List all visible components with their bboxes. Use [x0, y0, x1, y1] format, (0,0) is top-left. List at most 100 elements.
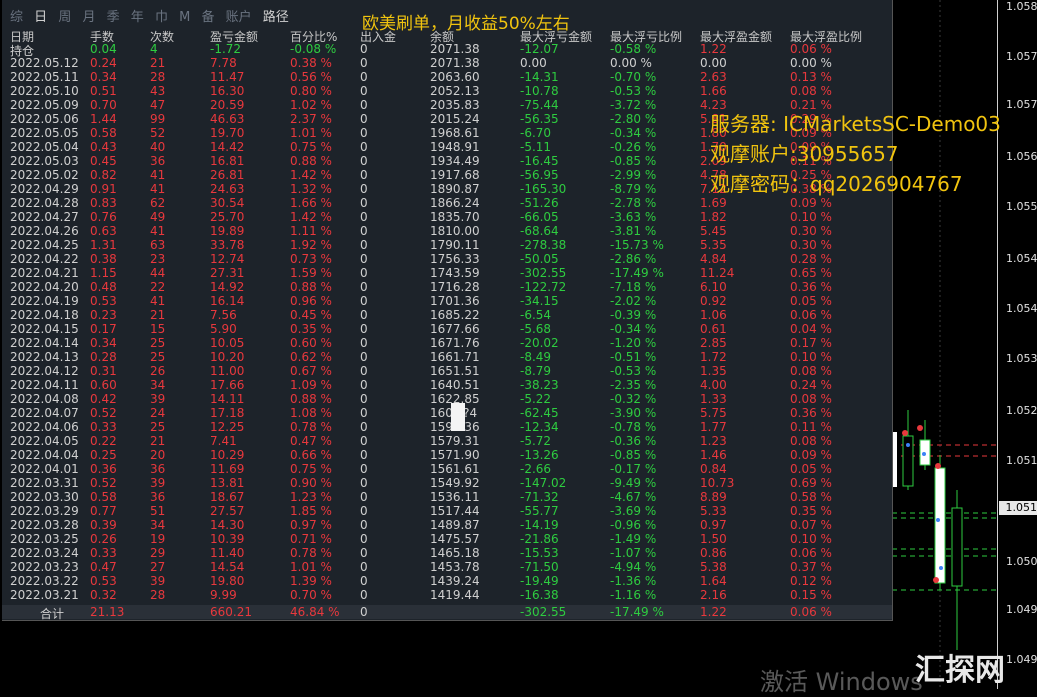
tab-symbol[interactable]: 巾 — [155, 10, 168, 25]
table-row[interactable]: 2022.04.27 0.76 49 25.70 1.42 % 0 1835.70 -66.0… — [2, 210, 892, 224]
cell-count: 15 — [150, 322, 166, 336]
cell-max-float-loss-pct: -2.86 % — [610, 252, 657, 266]
table-row[interactable]: 2022.04.19 0.53 41 16.14 0.96 % 0 1701.36 -34.1… — [2, 294, 892, 308]
cell-max-float-loss: -5.22 — [520, 392, 552, 406]
table-row[interactable]: 2022.04.26 0.63 41 19.89 1.11 % 0 1810.00 -68.6… — [2, 224, 892, 238]
cell-balance: 1640.51 — [430, 378, 480, 392]
cell-max-float-profit: 0.86 — [700, 546, 727, 560]
tab-monthly[interactable]: 月 — [82, 10, 95, 25]
tab-quarterly[interactable]: 季 — [107, 10, 120, 25]
table-row[interactable]: 2022.03.31 0.52 39 13.81 0.90 % 0 1549.92 -147.… — [2, 476, 892, 490]
table-row[interactable]: 2022.04.25 1.31 63 33.78 1.92 % 0 1790.11 -278.… — [2, 238, 892, 252]
tab-notes[interactable]: 备 — [201, 10, 214, 25]
table-row[interactable]: 2022.04.13 0.28 25 10.20 0.62 % 0 1661.71 -8.49… — [2, 350, 892, 364]
cell-balance: 1743.59 — [430, 266, 480, 280]
cell-count: 36 — [150, 490, 166, 504]
cell-max-float-profit-pct: 0.15 % — [790, 588, 832, 602]
cell-count: 21 — [150, 308, 166, 322]
cell-lots: 0.52 — [90, 476, 117, 490]
table-row[interactable]: 2022.04.060.332512.250.78 %01591.36-12.3… — [2, 420, 892, 434]
open-positions-row[interactable]: 持仓 0.04 4 -1.72 -0.08 % 0 2071.38 -12.07 -0.58 %… — [2, 42, 892, 58]
table-row[interactable]: 2022.04.12 0.31 26 11.00 0.67 % 0 1651.51 -8.79… — [2, 364, 892, 378]
table-row[interactable]: 2022.04.05 0.22 21 7.41 0.47 % 0 1579.31 -5.72 -… — [2, 434, 892, 448]
cell-deposit: 0 — [360, 546, 368, 560]
table-row[interactable]: 2022.05.12 0.24 21 7.78 0.38 % 0 2071.38 0.00 0.… — [2, 56, 892, 70]
cell-max-float-profit-pct: 0.10 % — [790, 532, 832, 546]
cell-pnl: 16.81 — [210, 154, 245, 168]
tab-account[interactable]: 账户 — [226, 10, 252, 25]
table-row[interactable]: 2022.04.28 0.83 62 30.54 1.66 % 0 1866.24 -51.2… — [2, 196, 892, 210]
price-label: 1.053 — [1006, 352, 1037, 365]
tab-path[interactable]: 路径 — [263, 10, 289, 25]
table-row[interactable]: 2022.05.10 0.51 43 16.30 0.80 % 0 2052.13 -10.7… — [2, 84, 892, 98]
cell-max-float-loss: -66.05 — [520, 210, 559, 224]
activate-windows-watermark: 激活 Windows — [760, 668, 923, 696]
cell-max-float-profit: 5.38 — [700, 560, 727, 574]
cell-max-float-loss: 0.00 — [520, 56, 547, 70]
cell-count: 24 — [150, 406, 166, 420]
table-row[interactable]: 2022.04.04 0.25 20 10.29 0.66 % 0 1571.90 -13.2… — [2, 448, 892, 462]
table-row[interactable]: 2022.04.20 0.48 22 14.92 0.88 % 0 1716.28 -122.… — [2, 280, 892, 294]
cell-deposit: 0 — [360, 490, 368, 504]
cell-balance: 1890.87 — [430, 182, 480, 196]
table-row[interactable]: 2022.03.22 0.53 39 19.80 1.39 % 0 1439.24 -19.4… — [2, 574, 892, 588]
price-label: 1.054 — [1006, 302, 1037, 315]
cell-lots: 0.42 — [90, 392, 117, 406]
table-row[interactable]: 2022.04.14 0.34 25 10.05 0.60 % 0 1671.76 -20.0… — [2, 336, 892, 350]
cell-pnl: 26.81 — [210, 168, 245, 182]
cell-date: 2022.05.05 — [10, 126, 79, 140]
cell-pnl: 14.42 — [210, 140, 245, 154]
cell-balance: 1756.33 — [430, 252, 480, 266]
cell-lots: 1.44 — [90, 112, 117, 126]
cell-max-float-profit: 1.72 — [700, 350, 727, 364]
cell-max-float-profit-pct: 0.06 % — [790, 308, 832, 322]
table-row[interactable]: 2022.05.11 0.34 28 11.47 0.56 % 0 2063.60 -14.3… — [2, 70, 892, 84]
tab-weekly[interactable]: 周 — [58, 10, 71, 25]
table-row[interactable]: 2022.03.25 0.26 19 10.39 0.71 % 0 1475.57 -21.8… — [2, 532, 892, 546]
tab-daily[interactable]: 日 — [34, 10, 47, 25]
cell-date: 2022.04.05 — [10, 434, 79, 448]
cell-lots: 0.23 — [90, 308, 117, 322]
tab-magic[interactable]: M — [179, 10, 190, 25]
cell-max-float-loss-pct: -2.78 % — [610, 196, 657, 210]
table-row[interactable]: 2022.03.30 0.58 36 18.67 1.23 % 0 1536.11 -71.3… — [2, 490, 892, 504]
cell-max-float-loss: -8.79 — [520, 364, 552, 378]
cell-count: 34 — [150, 378, 166, 392]
cell-balance: 1968.61 — [430, 126, 480, 140]
cell-balance: 1465.18 — [430, 546, 480, 560]
cell-count: 21 — [150, 56, 166, 70]
table-row[interactable]: 2022.04.21 1.15 44 27.31 1.59 % 0 1743.59 -302.… — [2, 266, 892, 280]
table-row[interactable]: 2022.03.24 0.33 29 11.40 0.78 % 0 1465.18 -15.5… — [2, 546, 892, 560]
cell-max-float-loss-pct: -2.99 % — [610, 168, 657, 182]
cell-count: 25 — [150, 336, 166, 350]
tab-yearly[interactable]: 年 — [131, 10, 144, 25]
table-row[interactable]: 2022.04.22 0.38 23 12.74 0.73 % 0 1756.33 -50.0… — [2, 252, 892, 266]
cell-balance: 1419.44 — [430, 588, 480, 602]
table-row[interactable]: 2022.04.11 0.60 34 17.66 1.09 % 0 1640.51 -38.2… — [2, 378, 892, 392]
cell-max-float-loss-pct: -3.69 % — [610, 504, 657, 518]
cell-count: 51 — [150, 504, 166, 518]
cell-count: 41 — [150, 294, 166, 308]
table-row[interactable]: 2022.03.23 0.47 27 14.54 1.01 % 0 1453.78 -71.5… — [2, 560, 892, 574]
table-row[interactable]: 2022.03.29 0.77 51 27.57 1.85 % 0 1517.44 -55.7… — [2, 504, 892, 518]
table-row[interactable]: 2022.04.08 0.42 39 14.11 0.88 % 0 1622.85 -5.22… — [2, 392, 892, 406]
cell-pnl: 11.69 — [210, 462, 245, 476]
table-row[interactable]: 2022.03.28 0.39 34 14.30 0.97 % 0 1489.87 -14.1… — [2, 518, 892, 532]
table-row[interactable]: 2022.04.01 0.36 36 11.69 0.75 % 0 1561.61 -2.66… — [2, 462, 892, 476]
cell-deposit: 0 — [360, 168, 368, 182]
cell-balance: 1701.36 — [430, 294, 480, 308]
cell-max-float-loss: -2.66 — [520, 462, 552, 476]
table-row[interactable]: 2022.04.15 0.17 15 5.90 0.35 % 0 1677.66 -5.68 -… — [2, 322, 892, 336]
tab-summary[interactable]: 综 — [10, 10, 23, 25]
table-row[interactable]: 2022.03.21 0.32 28 9.99 0.70 % 0 1419.44 -16.38… — [2, 588, 892, 602]
mouse-cursor-block — [451, 403, 465, 431]
current-price-label: 1.051 — [999, 501, 1037, 515]
cell-max-float-loss-pct: -15.73 % — [610, 238, 664, 252]
cell-count: 52 — [150, 126, 166, 140]
cell-balance: 1810.00 — [430, 224, 480, 238]
cell-balance: 1934.49 — [430, 154, 480, 168]
cell-pnl-pct: 0.56 % — [290, 70, 332, 84]
table-row[interactable]: 2022.04.18 0.23 21 7.56 0.45 % 0 1685.22 -6.54 -… — [2, 308, 892, 322]
table-row[interactable]: 2022.04.070.522417.181.08 %0160?.?4-62.4… — [2, 406, 892, 420]
cell-max-float-profit: 1.35 — [700, 364, 727, 378]
